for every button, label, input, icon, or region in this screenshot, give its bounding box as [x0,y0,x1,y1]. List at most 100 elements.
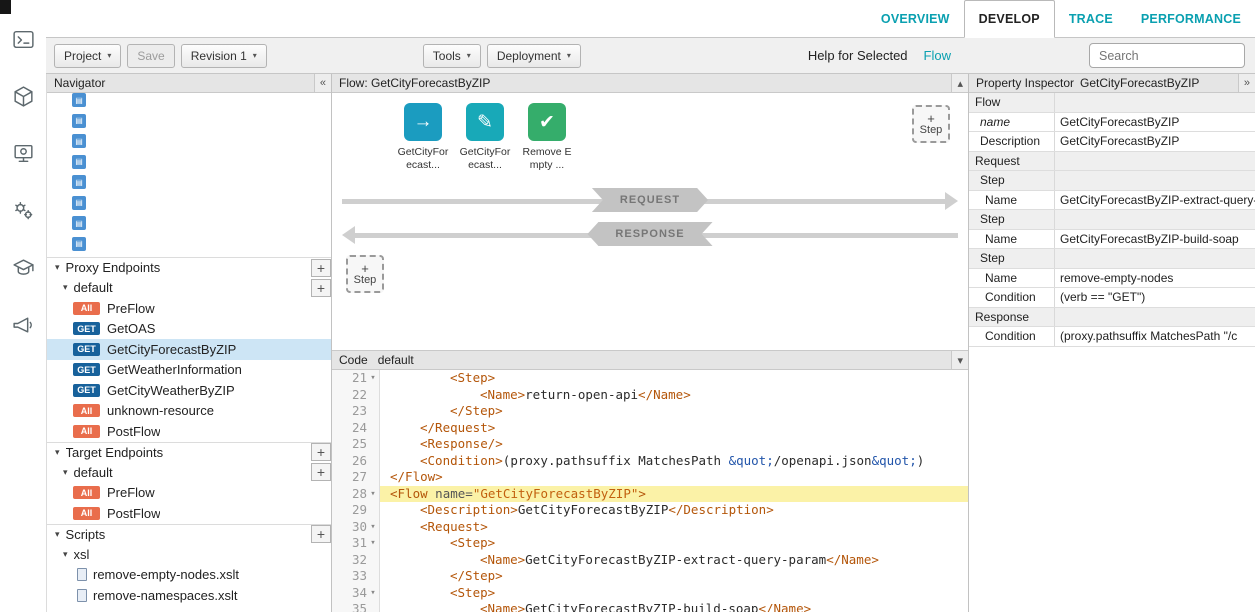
navigator-item-set-response-soap-body-accept[interactable]: ▤Set Response SOAP Body Accept [47,155,101,176]
code-line[interactable]: 32<Name>GetCityForecastByZIP-extract-que… [332,552,968,569]
navigator-item-target-endpoints[interactable]: ▾Target Endpoints+ [47,442,331,463]
inspector-property-row[interactable]: DescriptionGetCityForecastByZIP [969,132,1255,152]
collapse-up-icon[interactable]: ▴ [951,74,968,92]
code-line[interactable]: 31▾<Step> [332,535,968,552]
add-button[interactable]: + [311,279,331,297]
toolbar-center-group: Tools ▾ Deployment ▾ [423,44,581,68]
code-line[interactable]: 30▾<Request> [332,519,968,536]
collapse-down-icon[interactable]: ▾ [951,351,968,369]
center-panels: Flow: GetCityForecastByZIP ▴ →GetCityFor… [332,74,969,612]
navigator-item-getcityforecastbyzip[interactable]: GETGetCityForecastByZIP [47,339,331,360]
publish-icon[interactable] [10,140,36,166]
property-label: name [969,113,1055,132]
collapse-left-icon[interactable]: « [314,74,331,92]
tab-performance[interactable]: PERFORMANCE [1127,0,1255,37]
item-label: default [74,280,113,295]
inspector-property-row[interactable]: Condition(proxy.pathsuffix MatchesPath "… [969,327,1255,347]
code-header: Code default ▾ [332,351,968,370]
property-value: GetCityForecastByZIP-build-soap [1055,230,1255,249]
inspector-property-row[interactable]: NameGetCityForecastByZIP-build-soap [969,230,1255,250]
inspector-section-row[interactable]: Flow [969,93,1255,113]
flow-policy-getcityforecast[interactable]: ✎GetCityForecast... [458,103,512,172]
code-line[interactable]: 26<Condition>(proxy.pathsuffix MatchesPa… [332,453,968,470]
request-band: REQUEST [342,188,958,215]
learn-icon[interactable] [10,254,36,280]
code-line[interactable]: 25<Response/> [332,436,968,453]
navigator-item-return-open-api[interactable]: ▤Return Open API [47,114,101,135]
navigator-item-set-target-url[interactable]: ▤Set Target URL [47,175,101,196]
add-button[interactable]: + [311,443,331,461]
chevron-down-icon: ▾ [55,529,60,540]
navigator-item-getweatherinformation[interactable]: GETGetWeatherInformation [47,360,331,381]
add-step-label: Step [920,124,943,136]
tab-overview[interactable]: OVERVIEW [867,0,964,37]
navigator-item-xsl[interactable]: ▾xsl [47,544,331,565]
property-value [1055,210,1255,229]
inspector-section-row[interactable]: Step [969,210,1255,230]
property-value: (verb == "GET") [1055,288,1255,307]
inspector-property-row[interactable]: Nameremove-empty-nodes [969,269,1255,289]
inspector-property-row[interactable]: NameGetCityForecastByZIP-extract-query-p… [969,191,1255,211]
add-button[interactable]: + [311,525,331,543]
navigator-item-unknown-resource-xml[interactable]: ▤Unknown Resource XML [47,216,101,237]
navigator-item-scripts[interactable]: ▾Scripts+ [47,524,331,545]
save-button[interactable]: Save [127,44,174,68]
terminal-icon[interactable] [10,26,36,52]
inspector-property-row[interactable]: Condition(verb == "GET") [969,288,1255,308]
navigator-item-default[interactable]: ▾default+ [47,278,331,299]
navigator-item-set-response-soap-body[interactable]: ▤Set Response SOAP Body [47,134,101,155]
navigator-item-postflow[interactable]: AllPostFlow [47,503,331,524]
code-line[interactable]: 24</Request> [332,420,968,437]
tab-trace[interactable]: TRACE [1055,0,1127,37]
code-line[interactable]: 23</Step> [332,403,968,420]
flow-policy-getcityforecast[interactable]: →GetCityForecast... [396,103,450,172]
admin-gears-icon[interactable] [10,197,36,223]
navigator-item-preflow[interactable]: AllPreFlow [47,483,331,504]
navigator-item-preflow[interactable]: AllPreFlow [47,298,331,319]
help-flow-link[interactable]: Flow [924,48,951,63]
support-megaphone-icon[interactable] [10,311,36,337]
chevron-down-icon: ▾ [63,467,68,478]
search-input[interactable] [1089,43,1245,68]
code-line[interactable]: 27</Flow> [332,469,968,486]
inspector-property-row[interactable]: nameGetCityForecastByZIP [969,113,1255,133]
inspector-section-row[interactable]: Response [969,308,1255,328]
revision-menu-button[interactable]: Revision 1 ▾ [181,44,267,68]
inspector-section-row[interactable]: Step [969,249,1255,269]
navigator-item-proxy-endpoints[interactable]: ▾Proxy Endpoints+ [47,257,331,278]
navigator-item-getcityweatherbyzip[interactable]: GETGetCityWeatherByZIP [47,380,331,401]
code-line[interactable]: 35<Name>GetCityForecastByZIP-build-soap<… [332,601,968,612]
deployment-menu-button[interactable]: Deployment ▾ [487,44,581,68]
add-button[interactable]: + [311,259,331,277]
item-label: PostFlow [107,506,160,521]
navigator-item-unknown-resource[interactable]: Allunknown-resource [47,401,331,422]
add-step-button-bottom[interactable]: + Step [346,255,384,293]
inspector-section-row[interactable]: Request [969,152,1255,172]
project-menu-button[interactable]: Project ▾ [54,44,121,68]
collapse-right-icon[interactable]: » [1238,74,1255,92]
api-proxies-icon[interactable] [10,83,36,109]
tools-menu-button[interactable]: Tools ▾ [423,44,481,68]
add-step-button-top[interactable]: + Step [912,105,950,143]
property-label: Response [969,308,1055,327]
inspector-section-row[interactable]: Step [969,171,1255,191]
code-editor[interactable]: 21▾<Step>22<Name>return-open-api</Name>2… [332,370,968,612]
code-line[interactable]: 22<Name>return-open-api</Name> [332,387,968,404]
code-line[interactable]: 34▾<Step> [332,585,968,602]
code-line[interactable]: 29<Description>GetCityForecastByZIP</Des… [332,502,968,519]
navigator-item-remove-namespaces-xslt[interactable]: remove-namespaces.xslt [47,585,331,606]
tab-develop[interactable]: DEVELOP [964,0,1055,38]
navigator-item-unknown-resource[interactable]: ▤Unknown Resource [47,196,101,217]
code-line[interactable]: 21▾<Step> [332,370,968,387]
navigator-item-default[interactable]: ▾default+ [47,462,331,483]
code-line[interactable]: 33</Step> [332,568,968,585]
navigator-item-getoas[interactable]: GETGetOAS [47,319,331,340]
navigator-item-remove-empty-nodes-xslt[interactable]: remove-empty-nodes.xslt [47,565,331,586]
code-line[interactable]: 28▾<Flow name="GetCityForecastByZIP"> [332,486,968,503]
item-label: Set Response SOAP Body [47,153,156,155]
navigator-item-postflow[interactable]: AllPostFlow [47,421,331,442]
navigator-item-return-generic-error-accept[interactable]: ▤Return Generic Error Accept [47,93,101,114]
navigator-item-xml-to-json[interactable]: ▤XML to JSON [47,237,101,258]
add-button[interactable]: + [311,463,331,481]
flow-policy-remove-empty[interactable]: ✔Remove Empty ... [520,103,574,172]
